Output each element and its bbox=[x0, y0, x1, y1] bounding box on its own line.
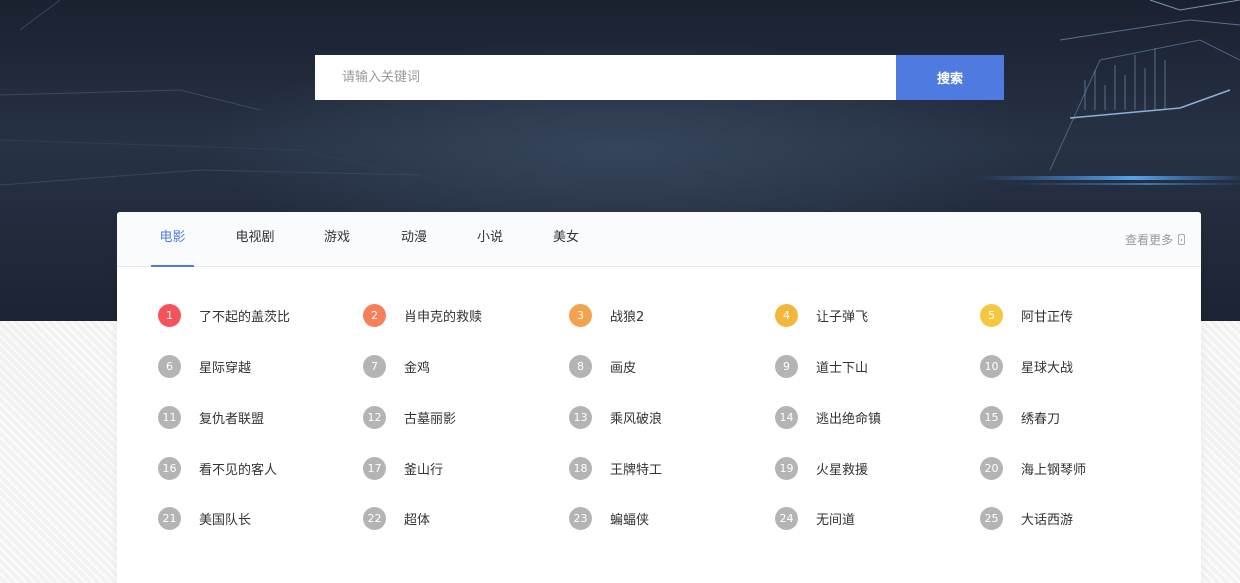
rank-badge: 20 bbox=[980, 456, 1003, 480]
ranking-item[interactable]: 10 星球大战 bbox=[980, 354, 1073, 378]
ranking-item[interactable]: 14 逃出绝命镇 bbox=[775, 405, 881, 429]
ranking-title: 道士下山 bbox=[816, 360, 869, 376]
ranking-item[interactable]: 7 金鸡 bbox=[363, 354, 430, 378]
ranking-title: 星际穿越 bbox=[199, 360, 252, 376]
rank-badge: 12 bbox=[363, 405, 386, 429]
ranking-title: 肖申克的救赎 bbox=[404, 309, 483, 325]
ranking-item[interactable]: 20 海上钢琴师 bbox=[980, 456, 1086, 480]
search-button[interactable]: 搜索 bbox=[316, 55, 1004, 100]
tab-games[interactable]: 游戏 bbox=[323, 212, 351, 267]
ranking-item[interactable]: 4 让子弹飞 bbox=[775, 303, 868, 327]
rank-badge: 17 bbox=[363, 456, 386, 480]
tab-novels[interactable]: 小说 bbox=[476, 212, 504, 267]
ranking-title: 釜山行 bbox=[404, 462, 444, 478]
ranking-title: 星球大战 bbox=[1021, 360, 1074, 376]
ranking-item[interactable]: 12 古墓丽影 bbox=[363, 405, 456, 429]
ranking-title: 看不见的客人 bbox=[199, 462, 278, 478]
search-bar: 搜索 bbox=[315, 55, 1004, 100]
ranking-title: 逃出绝命镇 bbox=[816, 411, 882, 427]
ranking-title: 战狼2 bbox=[610, 309, 645, 325]
ranking-item[interactable]: 3 战狼2 bbox=[569, 303, 644, 327]
rank-badge: 11 bbox=[158, 405, 181, 429]
ranking-item[interactable]: 9 道士下山 bbox=[775, 354, 868, 378]
rank-badge: 19 bbox=[775, 456, 798, 480]
rank-badge: 16 bbox=[158, 456, 181, 480]
ranking-title: 阿甘正传 bbox=[1021, 309, 1074, 325]
ranking-item[interactable]: 18 王牌特工 bbox=[569, 456, 662, 480]
rank-badge: 4 bbox=[775, 303, 798, 327]
ranking-item[interactable]: 16 看不见的客人 bbox=[158, 456, 277, 480]
ranking-title: 蝙蝠侠 bbox=[610, 512, 650, 528]
tab-beauty[interactable]: 美女 bbox=[552, 212, 580, 267]
ranking-item[interactable]: 17 釜山行 bbox=[363, 456, 443, 480]
ranking-item[interactable]: 5 阿甘正传 bbox=[980, 303, 1073, 327]
ranking-item[interactable]: 22 超体 bbox=[363, 506, 430, 530]
search-input[interactable] bbox=[315, 55, 896, 100]
ranking-item[interactable]: 13 乘风破浪 bbox=[569, 405, 662, 429]
ranking-title: 画皮 bbox=[610, 360, 637, 376]
ranking-item[interactable]: 6 星际穿越 bbox=[158, 354, 251, 378]
ranking-item[interactable]: 8 画皮 bbox=[569, 354, 636, 378]
rank-badge: 21 bbox=[158, 506, 181, 530]
tab-tv-series[interactable]: 电视剧 bbox=[235, 212, 275, 267]
ranking-item[interactable]: 25 大话西游 bbox=[980, 506, 1073, 530]
ranking-panel: 电影 电视剧 游戏 动漫 小说 美女 查看更多 1 了不起的盖茨比 2 肖申克的救赎 3… bbox=[117, 212, 1201, 583]
rank-badge: 6 bbox=[158, 354, 181, 378]
more-icon bbox=[1178, 234, 1185, 245]
ranking-title: 乘风破浪 bbox=[610, 411, 663, 427]
ranking-item[interactable]: 15 绣春刀 bbox=[980, 405, 1060, 429]
ranking-title: 了不起的盖茨比 bbox=[199, 309, 291, 325]
rank-badge: 3 bbox=[569, 303, 592, 327]
rank-badge: 15 bbox=[980, 405, 1003, 429]
ranking-item[interactable]: 11 复仇者联盟 bbox=[158, 405, 264, 429]
rank-badge: 5 bbox=[980, 303, 1003, 327]
ranking-item[interactable]: 1 了不起的盖茨比 bbox=[158, 303, 290, 327]
ranking-title: 超体 bbox=[404, 512, 431, 528]
rank-badge: 22 bbox=[363, 506, 386, 530]
ranking-title: 古墓丽影 bbox=[404, 411, 457, 427]
rank-badge: 18 bbox=[569, 456, 592, 480]
search-button-label: 搜索 bbox=[936, 72, 963, 87]
ranking-item[interactable]: 2 肖申克的救赎 bbox=[363, 303, 482, 327]
rank-badge: 9 bbox=[775, 354, 798, 378]
category-tabs: 电影 电视剧 游戏 动漫 小说 美女 查看更多 bbox=[117, 212, 1201, 267]
ranking-title: 火星救援 bbox=[816, 462, 869, 478]
rank-badge: 2 bbox=[363, 303, 386, 327]
rank-badge: 10 bbox=[980, 354, 1003, 378]
ranking-title: 海上钢琴师 bbox=[1021, 462, 1087, 478]
rank-badge: 25 bbox=[980, 506, 1003, 530]
rank-badge: 14 bbox=[775, 405, 798, 429]
rank-badge: 8 bbox=[569, 354, 592, 378]
ranking-item[interactable]: 23 蝙蝠侠 bbox=[569, 506, 649, 530]
ranking-item[interactable]: 21 美国队长 bbox=[158, 506, 251, 530]
tab-anime[interactable]: 动漫 bbox=[400, 212, 428, 267]
ranking-title: 大话西游 bbox=[1021, 512, 1074, 528]
tab-movie[interactable]: 电影 bbox=[151, 212, 194, 267]
view-more-link[interactable]: 查看更多 bbox=[1125, 212, 1185, 267]
ranking-title: 美国队长 bbox=[199, 512, 252, 528]
rank-badge: 1 bbox=[158, 303, 181, 327]
ranking-item[interactable]: 19 火星救援 bbox=[775, 456, 868, 480]
search-icon bbox=[316, 56, 331, 71]
view-more-label: 查看更多 bbox=[1124, 233, 1173, 247]
rank-badge: 7 bbox=[363, 354, 386, 378]
ranking-title: 无间道 bbox=[816, 512, 856, 528]
ranking-title: 王牌特工 bbox=[610, 462, 663, 478]
ranking-title: 让子弹飞 bbox=[816, 309, 869, 325]
ranking-title: 绣春刀 bbox=[1021, 411, 1061, 427]
rank-badge: 23 bbox=[569, 506, 592, 530]
ranking-item[interactable]: 24 无间道 bbox=[775, 506, 855, 530]
rank-badge: 24 bbox=[775, 506, 798, 530]
ranking-title: 复仇者联盟 bbox=[199, 411, 265, 427]
rank-badge: 13 bbox=[569, 405, 592, 429]
ranking-title: 金鸡 bbox=[404, 360, 431, 376]
